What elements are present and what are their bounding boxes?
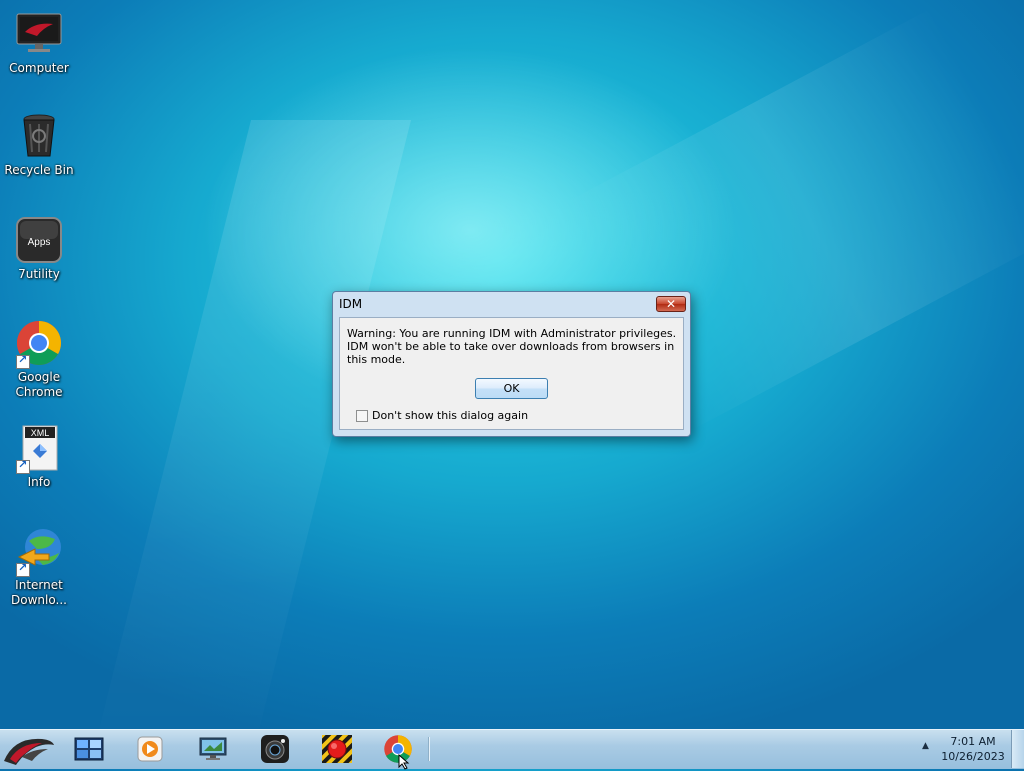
- taskbar-camera-button[interactable]: [255, 733, 295, 765]
- taskbar-media-player-button[interactable]: [130, 733, 170, 765]
- dont-show-again-row[interactable]: Don't show this dialog again: [356, 409, 528, 422]
- desktop-icon-label: Recycle Bin: [4, 163, 74, 177]
- taskbar: ▲ 7:01 AM 10/26/2023: [0, 729, 1024, 770]
- taskbar-remote-desktop-button[interactable]: [193, 733, 233, 765]
- desktop-icon-label: Internet Downlo...: [11, 578, 67, 607]
- xml-file-icon: XML: [15, 424, 63, 474]
- clock-time: 7:01 AM: [950, 735, 996, 748]
- shortcut-arrow-icon: [16, 353, 30, 369]
- chrome-icon: [15, 319, 63, 369]
- shortcut-arrow-icon: [16, 561, 30, 577]
- close-button[interactable]: ✕: [656, 296, 686, 312]
- dont-show-again-checkbox[interactable]: [356, 409, 368, 422]
- desktop-icon-label: 7utility: [18, 267, 60, 281]
- camera-icon: [261, 735, 289, 763]
- dialog-title: IDM: [339, 297, 363, 311]
- apps-badge-text: Apps: [28, 237, 51, 248]
- desktop-icon-label: Google Chrome: [15, 370, 63, 399]
- system-clock[interactable]: 7:01 AM 10/26/2023: [935, 734, 1011, 764]
- start-button[interactable]: [2, 731, 56, 767]
- checkbox-label: Don't show this dialog again: [372, 409, 529, 422]
- idm-warning-dialog: IDM ✕ Warning: You are running IDM with …: [332, 291, 691, 437]
- dialog-message: Warning: You are running IDM with Admini…: [347, 327, 677, 366]
- idm-icon: [15, 527, 63, 577]
- desktop-icon-7utility[interactable]: Apps 7utility: [0, 216, 78, 282]
- shortcut-arrow-icon: [16, 458, 30, 474]
- dialog-body: Warning: You are running IDM with Admini…: [339, 317, 684, 430]
- desktop-icon-label: Info: [27, 475, 51, 489]
- show-hidden-icons-button[interactable]: ▲: [922, 741, 929, 751]
- light-ray: [88, 120, 412, 770]
- clock-date: 10/26/2023: [941, 750, 1005, 763]
- media-player-icon: [137, 736, 163, 762]
- message-line-2: IDM won't be able to take over downloads…: [347, 340, 675, 366]
- taskbar-separator: [428, 737, 430, 761]
- desktop-icon-google-chrome[interactable]: Google Chrome: [0, 319, 78, 400]
- taskbar-explorer-button[interactable]: [69, 733, 109, 765]
- desktop-icon-recycle-bin[interactable]: Recycle Bin: [0, 112, 78, 178]
- desktop-icon-label: Computer: [9, 61, 69, 75]
- message-line-1: Warning: You are running IDM with Admini…: [347, 327, 677, 340]
- show-desktop-button[interactable]: [1011, 730, 1024, 768]
- explorer-icon: [74, 737, 104, 761]
- ok-button[interactable]: OK: [475, 378, 548, 399]
- computer-icon: [15, 10, 63, 58]
- record-icon: [322, 735, 352, 763]
- taskbar-record-button[interactable]: [317, 733, 357, 765]
- recycle-bin-icon: [15, 112, 63, 160]
- apps-icon: Apps: [15, 216, 63, 264]
- desktop-icon-internet-download-manager[interactable]: Internet Downlo...: [0, 527, 78, 608]
- close-icon: ✕: [665, 297, 677, 311]
- desktop-icon-info[interactable]: XML Info: [0, 424, 78, 490]
- xml-badge-text: XML: [31, 428, 50, 438]
- desktop-icon-computer[interactable]: Computer: [0, 10, 78, 76]
- rog-logo-icon: [4, 738, 54, 765]
- remote-desktop-icon: [199, 737, 227, 760]
